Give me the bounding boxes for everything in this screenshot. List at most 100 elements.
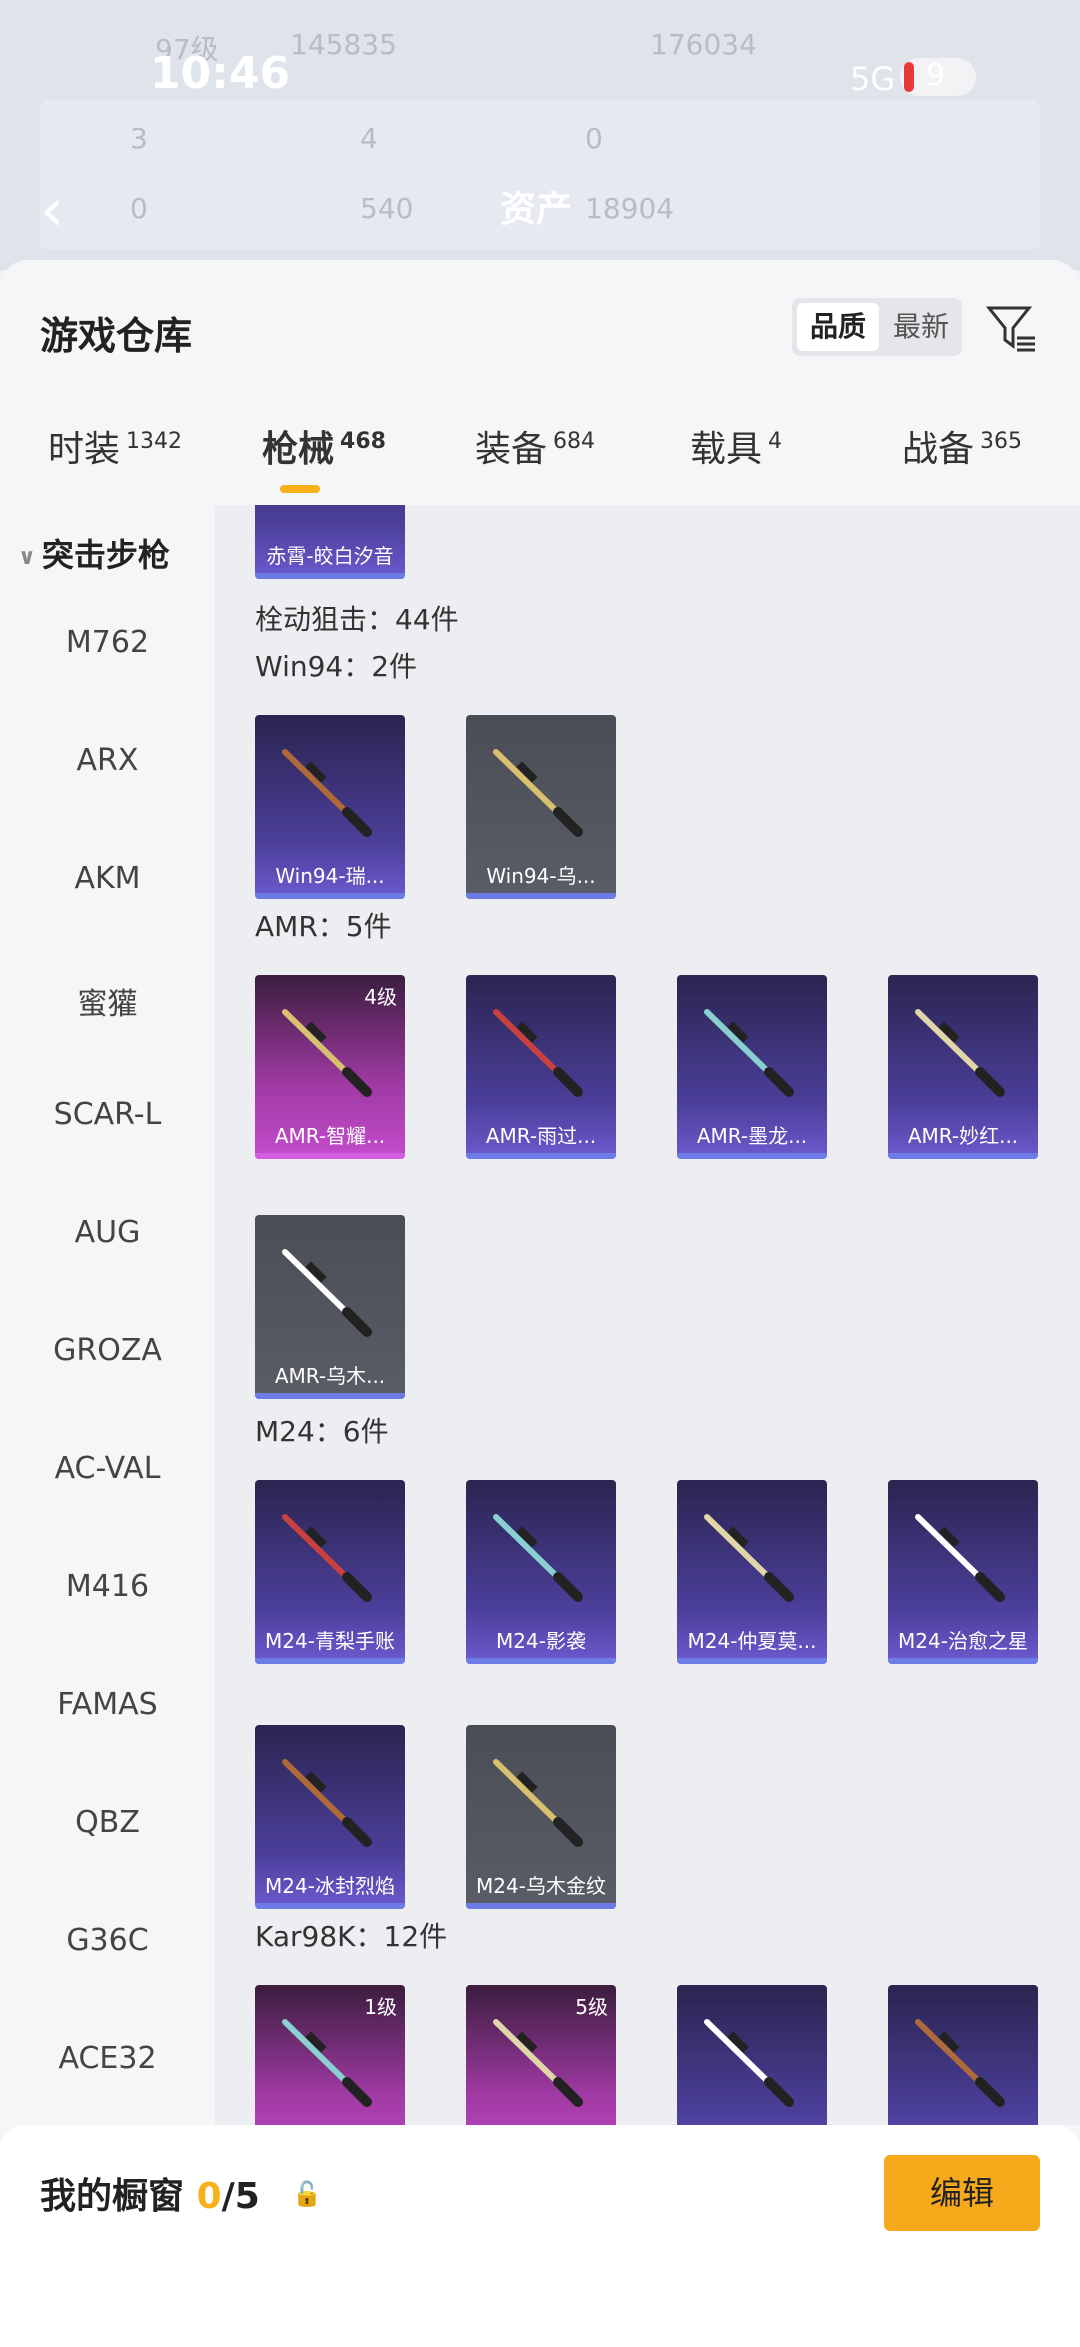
sidebar-item[interactable]: SCAR-L (0, 1097, 215, 1132)
item-name: M24-影袭 (496, 1629, 586, 1653)
item-card[interactable]: Win94-乌... (466, 715, 616, 899)
rarity-bar (466, 893, 616, 899)
sidebar-item[interactable]: GROZA (0, 1333, 215, 1368)
sidebar-item[interactable]: M416 (0, 1569, 215, 1604)
background-score: 145835 (290, 28, 397, 61)
item-name: M24-仲夏莫... (687, 1629, 817, 1653)
section-heading: Kar98K：12件 (255, 1920, 448, 1953)
showcase-bar: 我的橱窗 0/5 🔓 编辑 (0, 2125, 1080, 2347)
weapon-icon (282, 1009, 372, 1097)
showcase-title: 我的橱窗 0/5 (40, 2167, 260, 2219)
tab-fashion[interactable]: 时装 1342 (48, 420, 182, 472)
rarity-bar (888, 1153, 1038, 1159)
item-card[interactable]: Win94-瑞... (255, 715, 405, 899)
weapon-icon (282, 1514, 372, 1602)
tab-label: 战备 (902, 429, 975, 470)
background-asset-label: 资产 (500, 189, 573, 230)
item-card[interactable]: 5级 (466, 1985, 616, 2125)
tab-count: 468 (340, 429, 386, 454)
tab-equipment[interactable]: 装备 684 (475, 420, 595, 472)
item-name: AMR-雨过... (485, 1124, 597, 1148)
tab-guns[interactable]: 枪械 468 (262, 420, 386, 472)
category-tabs: 时装 1342 枪械 468 装备 684 载具 4 战备 365 (0, 420, 1080, 500)
tab-supplies[interactable]: 战备 365 (902, 420, 1022, 472)
showcase-count: 0/5 (197, 2176, 260, 2217)
background-score-2: 176034 (650, 28, 757, 61)
filter-icon[interactable] (985, 302, 1037, 354)
item-name: AMR-智耀... (274, 1124, 386, 1148)
sidebar-item[interactable]: M762 (0, 625, 215, 660)
item-card[interactable]: 4级 AMR-智耀... (255, 975, 405, 1159)
background-profile: 97级 145835 176034 3 4 0 0 540 18904 10:4… (0, 0, 1080, 270)
active-tab-indicator (280, 485, 320, 493)
item-card[interactable]: AMR-妙红... (888, 975, 1038, 1159)
rarity-bar (255, 1658, 405, 1664)
weapon-type-sidebar: ∨ 突击步枪 M762 ARX AKM 蜜獾 SCAR-L AUG GROZA A… (0, 505, 215, 2125)
tab-label: 时装 (48, 429, 121, 470)
showcase-label: 我的橱窗 (40, 2176, 185, 2217)
item-card[interactable]: M24-乌木金纹 (466, 1725, 616, 1909)
showcase-count-current: 0 (196, 2176, 222, 2217)
sidebar-heading-label: 突击步枪 (41, 536, 170, 574)
weapon-icon (282, 749, 372, 837)
item-level-badge: 1级 (364, 1995, 397, 2019)
sidebar-item[interactable]: QBZ (0, 1805, 215, 1840)
tab-count: 684 (553, 429, 596, 454)
item-card[interactable]: 1级 (255, 1985, 405, 2125)
weapon-icon (282, 1249, 372, 1337)
sidebar-item[interactable]: ACE32 (0, 2041, 215, 2076)
sidebar-item[interactable]: AUG (0, 1215, 215, 1250)
item-card[interactable]: 赤霄-皎白汐音 (255, 505, 405, 579)
tab-vehicles[interactable]: 载具 4 (690, 420, 782, 472)
sidebar-item[interactable]: 蜜獾 (0, 979, 215, 1023)
rarity-bar (255, 1903, 405, 1909)
background-asset-value: 18904 (585, 192, 675, 225)
sidebar-item[interactable]: ARX (0, 743, 215, 778)
rarity-bar (255, 1153, 405, 1159)
item-name: Win94-乌... (486, 864, 596, 888)
edit-button[interactable]: 编辑 (884, 2155, 1040, 2231)
network-indicator: 5G (850, 60, 896, 98)
status-time: 10:46 (150, 48, 291, 99)
sidebar-item[interactable]: G36C (0, 1923, 215, 1958)
item-card[interactable]: M24-青梨手账 (255, 1480, 405, 1664)
item-card[interactable]: AMR-墨龙... (677, 975, 827, 1159)
item-name: 赤霄-皎白汐音 (266, 544, 394, 568)
showcase-count-total: /5 (221, 2176, 260, 2217)
rarity-bar (466, 1658, 616, 1664)
sort-toggle: 品质 最新 (792, 298, 962, 356)
rarity-bar (255, 1393, 405, 1399)
sidebar-heading[interactable]: ∨ 突击步枪 (18, 530, 170, 576)
weapon-icon (704, 1009, 794, 1097)
item-card[interactable]: M24-治愈之星 (888, 1480, 1038, 1664)
item-card[interactable]: AMR-乌木... (255, 1215, 405, 1399)
page-title: 游戏仓库 (40, 314, 193, 358)
sidebar-item[interactable]: FAMAS (0, 1687, 215, 1722)
item-card[interactable]: AMR-雨过... (466, 975, 616, 1159)
weapon-icon (915, 1009, 1005, 1097)
sidebar-item[interactable]: AC-VAL (0, 1451, 215, 1486)
weapon-icon (493, 1514, 583, 1602)
tab-count: 1342 (126, 429, 183, 454)
sidebar-item[interactable]: AKM (0, 861, 215, 896)
item-card[interactable]: M24-冰封烈焰 (255, 1725, 405, 1909)
weapon-icon (704, 1514, 794, 1602)
item-card[interactable] (888, 1985, 1038, 2125)
item-card[interactable]: M24-仲夏莫... (677, 1480, 827, 1664)
background-stat: 0 (130, 192, 148, 225)
tab-label: 枪械 (262, 429, 335, 470)
section-heading: M24：6件 (255, 1415, 389, 1448)
weapon-icon (282, 1759, 372, 1847)
category-heading: 栓动狙击：44件 (255, 603, 459, 636)
rarity-bar (466, 1903, 616, 1909)
item-card[interactable] (677, 1985, 827, 2125)
back-chevron-icon[interactable]: ‹ (40, 175, 64, 245)
item-card[interactable]: M24-影袭 (466, 1480, 616, 1664)
rarity-bar (255, 893, 405, 899)
tab-count: 4 (768, 429, 783, 454)
sort-latest-button[interactable]: 最新 (880, 303, 962, 351)
rarity-bar (677, 1153, 827, 1159)
tab-label: 装备 (475, 429, 548, 470)
weapon-icon (493, 1759, 583, 1847)
sort-quality-button[interactable]: 品质 (797, 303, 879, 351)
